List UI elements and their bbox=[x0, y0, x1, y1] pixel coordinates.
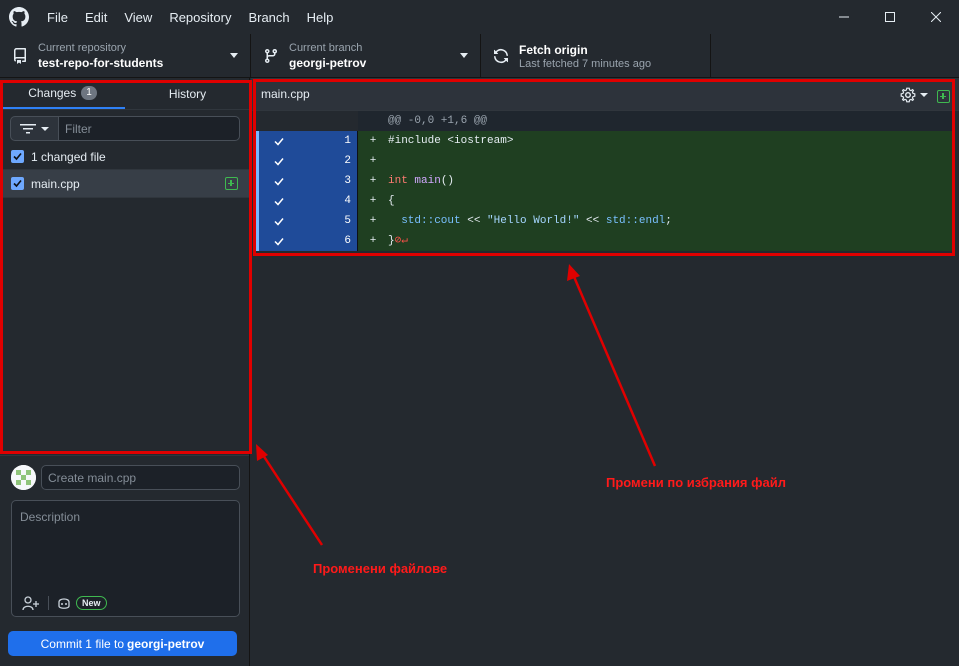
menu-file[interactable]: File bbox=[47, 10, 68, 25]
commit-area: New Commit 1 file to georgi-petrov bbox=[0, 455, 249, 666]
current-branch-button[interactable]: Current branch georgi-petrov bbox=[251, 34, 481, 78]
close-button[interactable] bbox=[913, 0, 959, 34]
commit-button[interactable]: Commit 1 file to georgi-petrov bbox=[8, 631, 237, 656]
menu-view[interactable]: View bbox=[124, 10, 152, 25]
branch-icon bbox=[264, 49, 277, 64]
toolbar-divider bbox=[48, 596, 49, 610]
commit-description-box: New bbox=[11, 500, 240, 617]
close-icon bbox=[931, 12, 941, 22]
repo-icon bbox=[13, 48, 26, 64]
toolbar: Current repository test-repo-for-student… bbox=[0, 34, 959, 78]
commit-summary-input[interactable] bbox=[41, 465, 240, 490]
fetch-origin-button[interactable]: Fetch origin Last fetched 7 minutes ago bbox=[481, 34, 711, 78]
menu-edit[interactable]: Edit bbox=[85, 10, 107, 25]
current-repository-name: test-repo-for-students bbox=[38, 55, 164, 70]
title-bar: File Edit View Repository Branch Help bbox=[0, 0, 959, 34]
identicon-icon bbox=[11, 465, 36, 490]
github-logo-icon bbox=[9, 7, 29, 27]
annotation-box-changed-files bbox=[0, 80, 252, 454]
current-repository-button[interactable]: Current repository test-repo-for-student… bbox=[0, 34, 251, 78]
add-coauthor-icon[interactable] bbox=[22, 595, 40, 611]
menu-repository[interactable]: Repository bbox=[169, 10, 231, 25]
commit-button-label: Commit 1 file to bbox=[40, 636, 124, 651]
description-toolbar: New bbox=[12, 590, 239, 616]
menu-branch[interactable]: Branch bbox=[248, 10, 289, 25]
chevron-down-icon bbox=[230, 53, 238, 58]
new-badge: New bbox=[76, 596, 107, 610]
window-controls bbox=[821, 0, 959, 34]
current-repository-label: Current repository bbox=[38, 41, 127, 54]
commit-description-input[interactable] bbox=[18, 508, 233, 578]
minimize-icon bbox=[839, 16, 849, 18]
annotation-label-diff: Промени по избрания файл bbox=[606, 475, 786, 490]
maximize-icon bbox=[885, 12, 895, 22]
minimize-button[interactable] bbox=[821, 0, 867, 34]
copilot-icon[interactable] bbox=[57, 596, 71, 610]
chevron-down-icon bbox=[460, 53, 468, 58]
sync-icon bbox=[494, 49, 508, 63]
annotation-box-diff bbox=[253, 79, 955, 256]
maximize-button[interactable] bbox=[867, 0, 913, 34]
current-branch-label: Current branch bbox=[289, 41, 363, 54]
avatar bbox=[11, 465, 36, 490]
fetch-origin-title: Fetch origin bbox=[519, 42, 588, 57]
menu-help[interactable]: Help bbox=[307, 10, 334, 25]
annotation-label-changed-files: Променени файлове bbox=[313, 561, 448, 576]
last-fetched-text: Last fetched 7 minutes ago bbox=[519, 57, 652, 70]
current-branch-name: georgi-petrov bbox=[289, 55, 367, 70]
commit-button-branch: georgi-petrov bbox=[127, 636, 205, 651]
